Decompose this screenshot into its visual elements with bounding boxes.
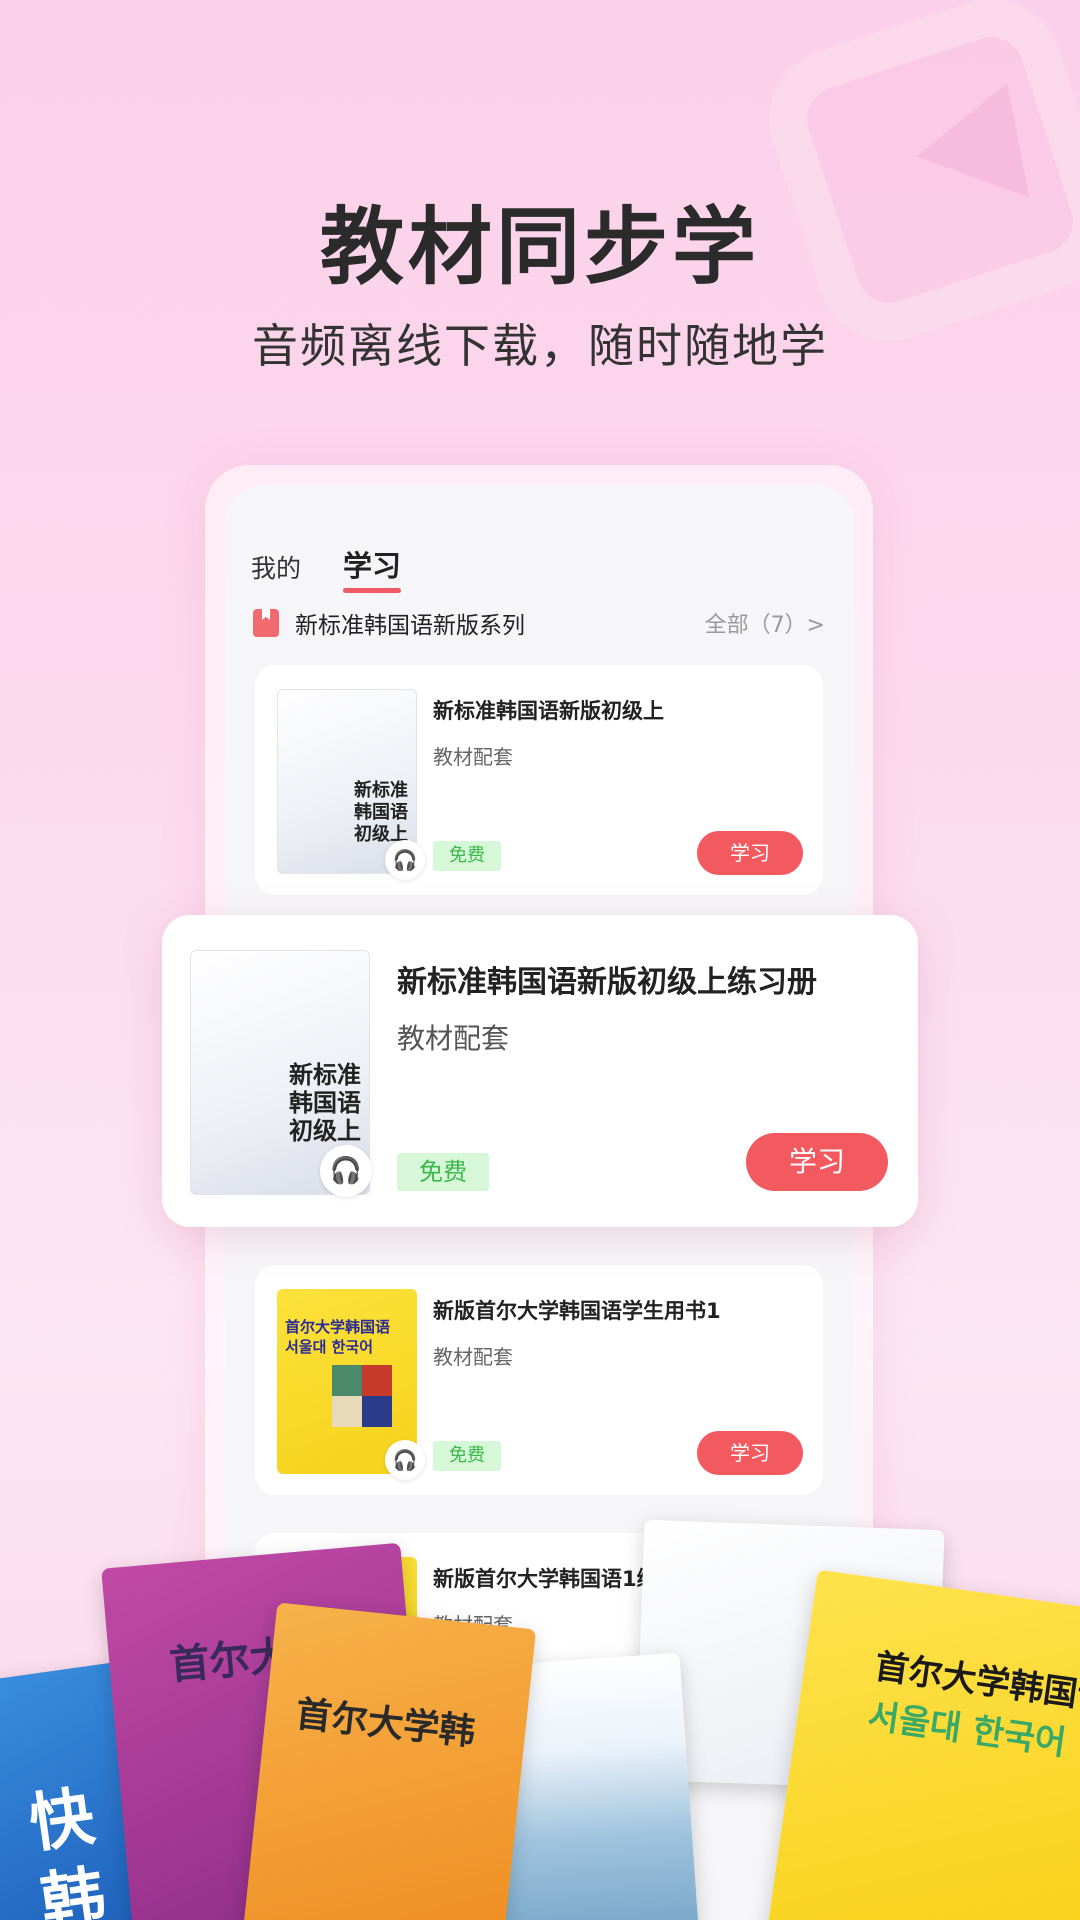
- hero-title: 教材同步学: [319, 198, 760, 296]
- view-all-link[interactable]: 全部（7）>: [705, 607, 825, 639]
- book-title: 快 韩: [25, 1780, 111, 1920]
- textbook-card[interactable]: 新标准 韩国语 初级上 🎧 新标准韩国语新版初级上 教材配套 免费 学习: [255, 665, 823, 895]
- cover-title: 新标准 韩国语 初级上: [289, 1061, 361, 1145]
- section-title: 新标准韩国语新版系列: [295, 613, 525, 639]
- section-header: 新标准韩国语新版系列 全部（7）>: [253, 603, 825, 643]
- tab-bar: 我的 学习: [251, 543, 402, 593]
- cover-title: 首尔大学韩国语 서울대 한국어: [285, 1318, 391, 1356]
- tab-study[interactable]: 学习: [343, 543, 402, 593]
- cover-title: 新标准 韩国语 初级上: [354, 780, 408, 845]
- free-badge: 免费: [433, 841, 501, 871]
- card-title: 新标准韩国语新版初级上: [433, 699, 664, 723]
- tab-mine[interactable]: 我的: [251, 549, 301, 585]
- study-button[interactable]: 学习: [746, 1133, 888, 1191]
- featured-textbook-card[interactable]: 新标准 韩国语 初级上 🎧 新标准韩国语新版初级上练习册 教材配套 免费 学习: [162, 915, 918, 1227]
- card-title: 新标准韩国语新版初级上练习册: [397, 965, 817, 1000]
- card-subtitle: 教材配套: [433, 745, 513, 769]
- free-badge: 免费: [433, 1441, 501, 1471]
- book-stack-illustration: 快 韩 首尔大 首尔大学韩 首尔大学韩国语 서울대 한국어: [0, 1519, 1080, 1920]
- hero-subtitle: 音频离线下载，随时随地学: [252, 319, 828, 373]
- card-subtitle: 教材配套: [397, 1022, 510, 1055]
- textbook-card[interactable]: 首尔大学韩国语 서울대 한국어 🎧 新版首尔大学韩国语学生用书1 教材配套 免费…: [255, 1265, 823, 1495]
- book-orange: 首尔大学韩: [239, 1602, 537, 1920]
- headphone-icon: 🎧: [320, 1145, 372, 1197]
- study-button[interactable]: 学习: [697, 831, 803, 875]
- cover-pattern: [332, 1365, 392, 1427]
- book-yellow: 首尔大学韩国语 서울대 한국어: [765, 1569, 1080, 1920]
- card-title: 新版首尔大学韩国语学生用书1: [433, 1299, 721, 1323]
- headphone-icon: 🎧: [385, 1440, 425, 1480]
- book-title: 首尔大学韩: [293, 1694, 478, 1754]
- bookmark-icon: [253, 609, 279, 637]
- card-subtitle: 教材配套: [433, 1345, 513, 1369]
- study-button[interactable]: 学习: [697, 1431, 803, 1475]
- headphone-icon: 🎧: [385, 840, 425, 880]
- free-badge: 免费: [397, 1153, 489, 1191]
